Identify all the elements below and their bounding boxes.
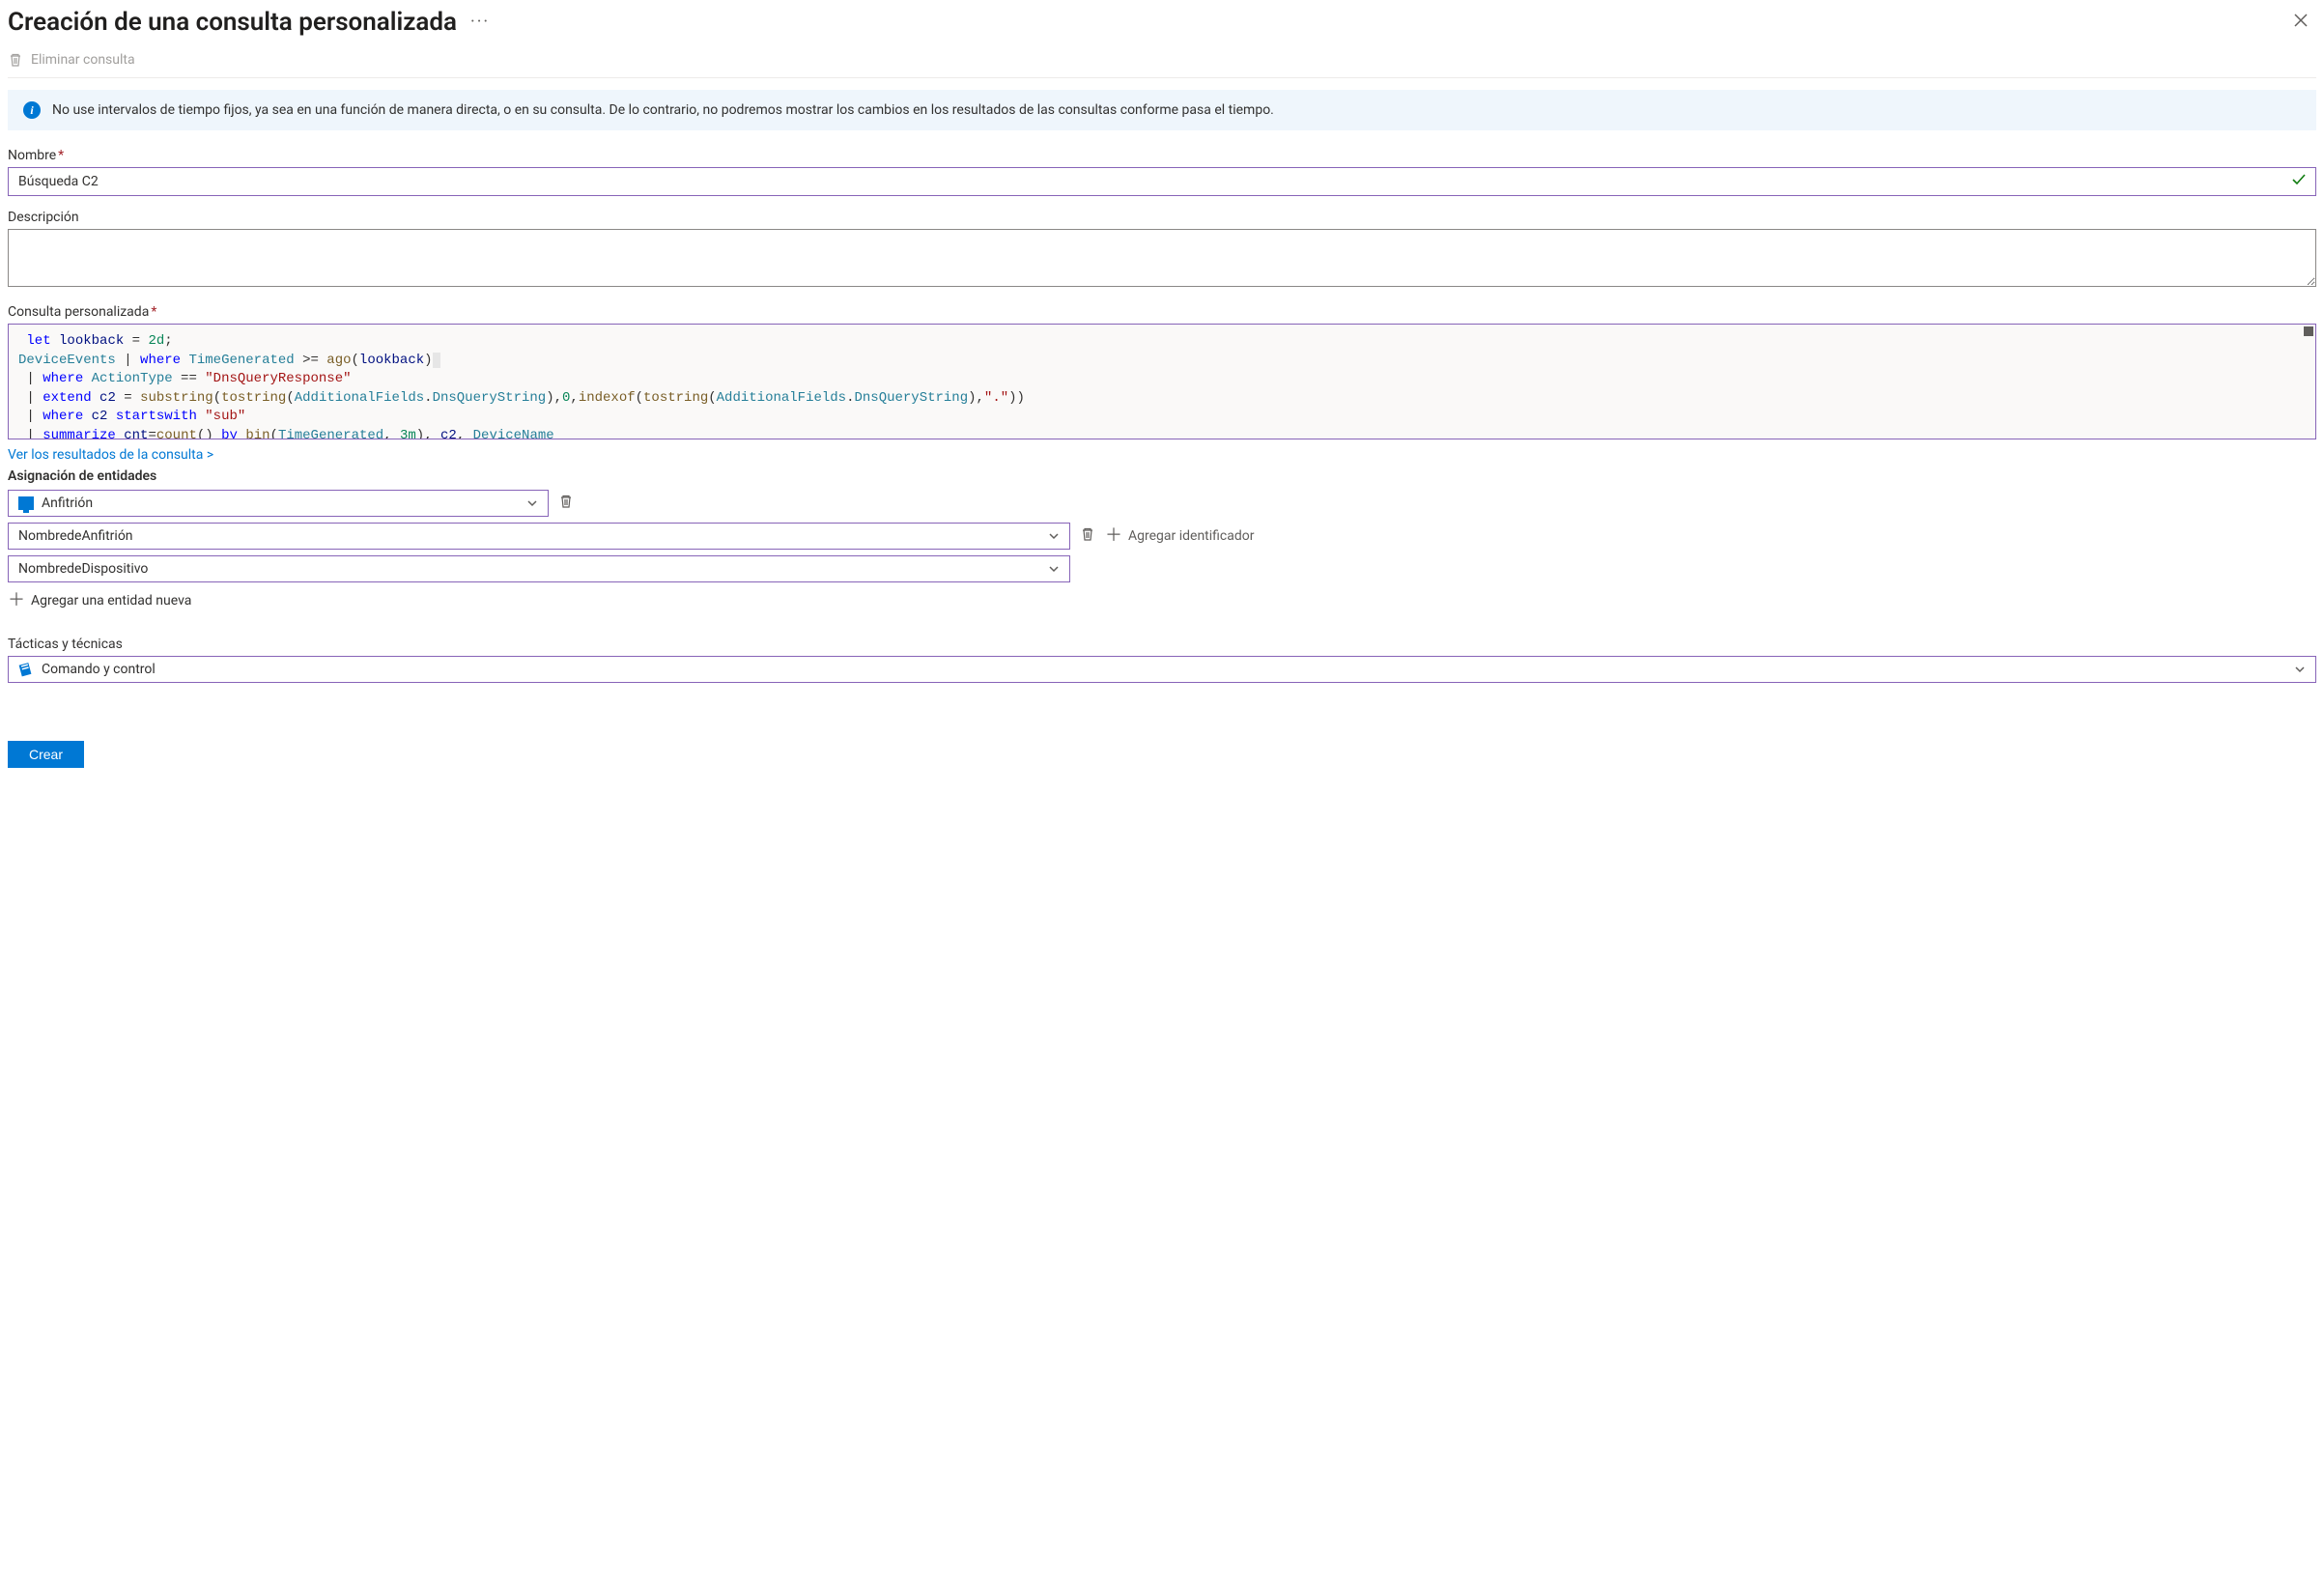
chevron-down-icon [2294,664,2306,675]
plus-icon: ＋ [1105,527,1122,545]
query-editor[interactable]: let lookback = 2d; DeviceEvents | where … [8,324,2316,439]
entity-type-select[interactable]: Anfitrión [8,490,549,517]
more-actions-button[interactable]: ··· [470,14,490,31]
add-entity-button[interactable]: ＋ Agregar una entidad nueva [8,592,191,609]
description-input[interactable] [8,229,2316,287]
trash-icon [558,494,574,509]
entity-type-value: Anfitrión [42,496,93,511]
tactics-icon [18,662,34,677]
delete-identifier-button[interactable] [1080,526,1095,546]
host-icon [18,496,34,510]
close-button[interactable] [2285,9,2316,37]
tactics-value: Comando y control [42,662,156,677]
tactics-label: Tácticas y técnicas [8,637,2316,652]
tactics-select[interactable]: Comando y control [8,656,2316,683]
delete-entity-button[interactable] [558,494,574,513]
description-label: Descripción [8,210,2316,225]
chevron-down-icon [526,497,538,509]
add-identifier-label: Agregar identificador [1128,528,1255,544]
info-banner-text: No use intervalos de tiempo fijos, ya se… [52,102,1274,118]
delete-query-label: Eliminar consulta [31,52,135,68]
query-label: Consulta personalizada* [8,304,2316,320]
identifier-1-value: NombredeAnfitrión [18,528,133,544]
plus-icon: ＋ [8,592,25,609]
chevron-down-icon [1048,563,1060,575]
view-results-link[interactable]: Ver los resultados de la consulta > [8,447,213,463]
entity-mapping-heading: Asignación de entidades [8,468,2316,484]
page-title: Creación de una consulta personalizada [8,8,457,37]
identifier-2-select[interactable]: NombredeDispositivo [8,555,1070,582]
minimap-icon [2304,326,2313,336]
info-icon: i [23,101,41,119]
delete-query-button[interactable]: Eliminar consulta [8,52,135,68]
add-entity-label: Agregar una entidad nueva [31,593,191,609]
name-input[interactable] [8,167,2316,196]
name-label: Nombre* [8,148,2316,163]
trash-icon [1080,526,1095,542]
identifier-1-select[interactable]: NombredeAnfitrión [8,523,1070,550]
info-banner: i No use intervalos de tiempo fijos, ya … [8,90,2316,130]
trash-icon [8,52,23,68]
identifier-2-value: NombredeDispositivo [18,561,148,577]
create-button[interactable]: Crear [8,741,84,768]
add-identifier-button[interactable]: ＋ Agregar identificador [1105,527,1255,545]
close-icon [2293,13,2309,28]
chevron-down-icon [1048,530,1060,542]
